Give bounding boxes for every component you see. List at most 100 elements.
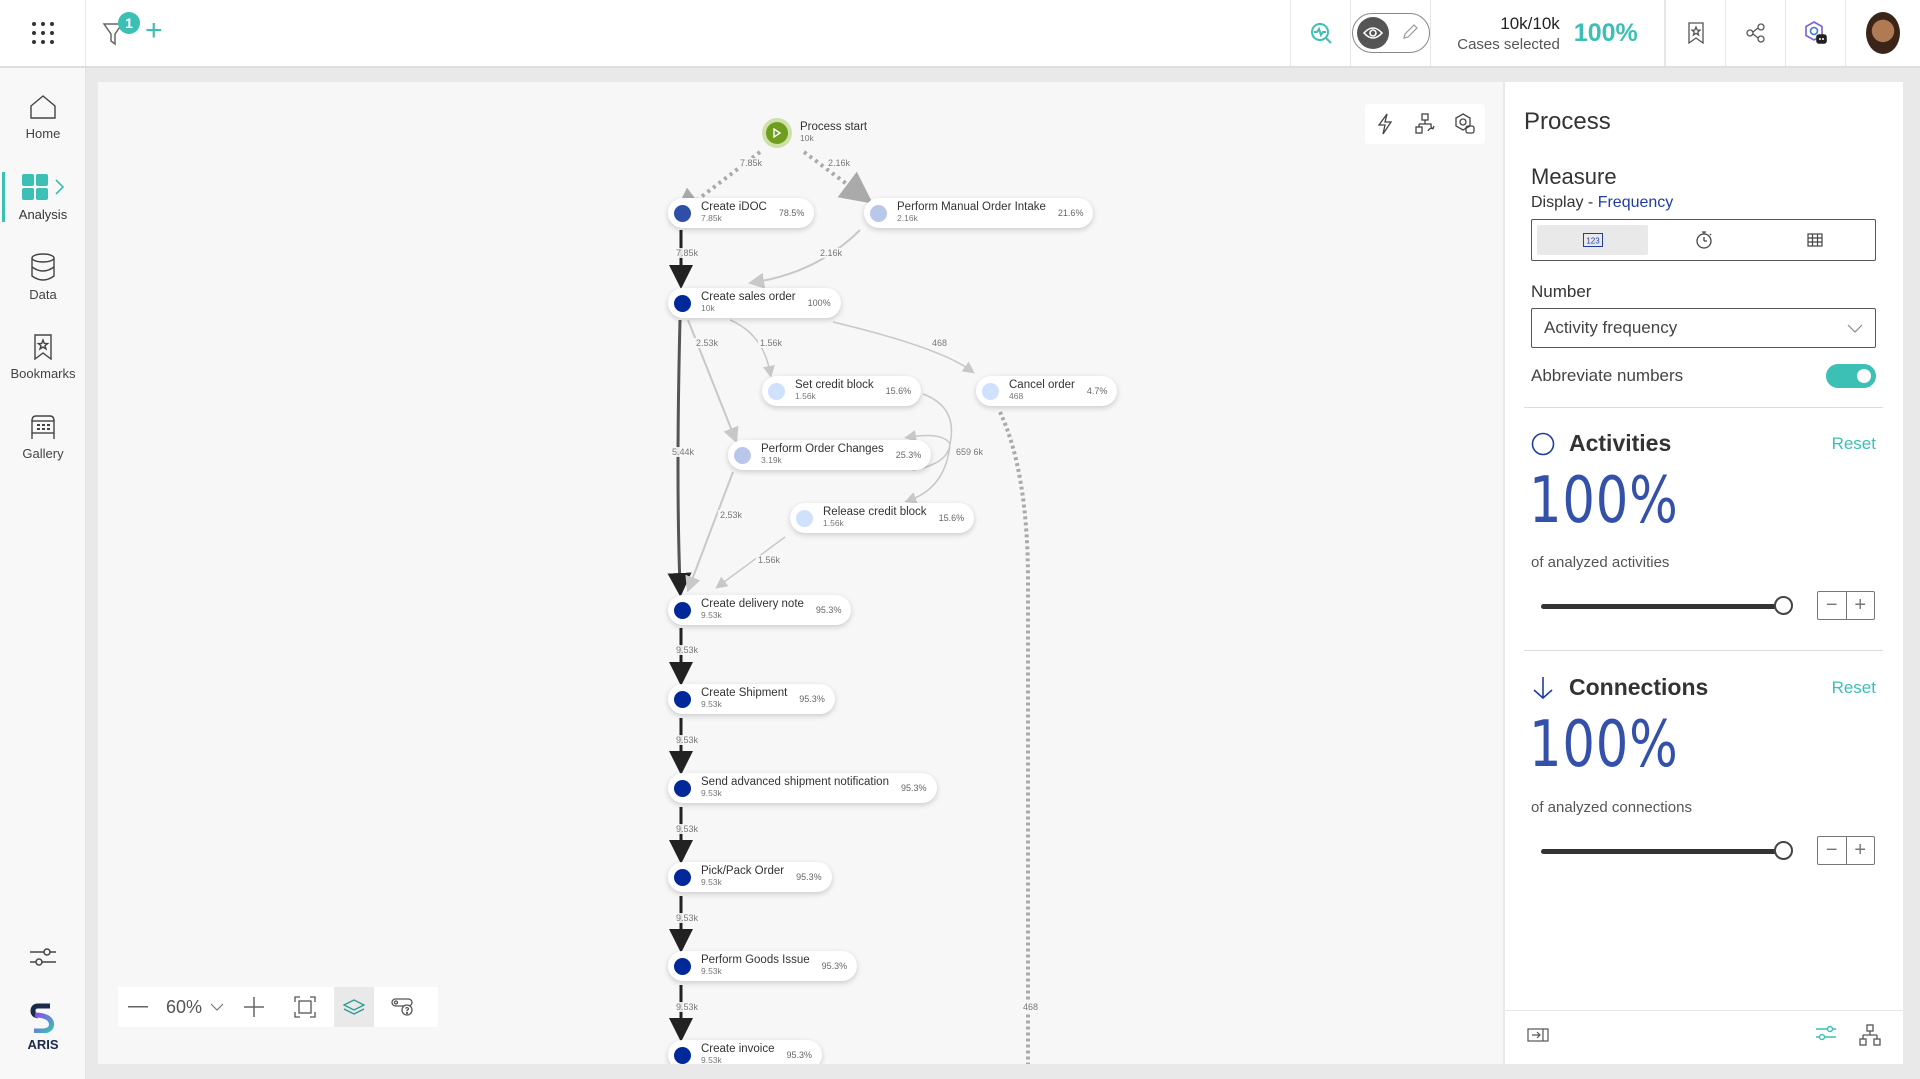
activity-name: Create iDOC bbox=[701, 201, 767, 213]
process-flow-button[interactable] bbox=[1405, 104, 1445, 144]
edge-manual-sales bbox=[748, 229, 861, 289]
quick-actions-button[interactable] bbox=[1365, 104, 1405, 144]
number-select[interactable]: Activity frequency bbox=[1531, 308, 1876, 348]
activity-node[interactable]: Cancel order 468 4.7% bbox=[976, 376, 1118, 406]
sidebar-item-home[interactable]: Home bbox=[0, 82, 86, 152]
abbreviate-numbers-toggle[interactable] bbox=[1826, 364, 1876, 388]
hierarchy-icon bbox=[1859, 1024, 1881, 1046]
activity-count: 10k bbox=[701, 303, 715, 313]
activities-reset-button[interactable]: Reset bbox=[1832, 434, 1876, 454]
minus-icon bbox=[128, 1006, 148, 1008]
connection-arrow-icon bbox=[1533, 676, 1553, 699]
top-bar: 1 + 10k/10k Cases selected 100% bbox=[0, 0, 1920, 68]
activity-node[interactable]: Pick/Pack Order 9.53k 95.3% bbox=[668, 862, 832, 892]
activity-count: 9.53k bbox=[701, 699, 722, 709]
user-avatar-button[interactable] bbox=[1845, 0, 1920, 66]
connections-slider[interactable] bbox=[1541, 841, 1793, 861]
activity-dot bbox=[674, 957, 691, 975]
zoom-out-button[interactable] bbox=[118, 987, 158, 1027]
collapse-panel-button[interactable] bbox=[1527, 1028, 1549, 1047]
filter-settings-tab[interactable] bbox=[1815, 1024, 1837, 1051]
analysis-search-button[interactable] bbox=[1290, 0, 1350, 66]
activities-header: Activities Reset bbox=[1531, 430, 1876, 457]
activity-node[interactable]: Perform Goods Issue 9.53k 95.3% bbox=[668, 951, 858, 981]
view-edit-toggle[interactable] bbox=[1351, 13, 1430, 53]
apps-grid-button[interactable] bbox=[0, 0, 86, 66]
zoom-level-select[interactable]: 60% bbox=[158, 987, 232, 1027]
activity-node[interactable]: Create sales order 10k 100% bbox=[668, 288, 841, 318]
activity-count: 468 bbox=[1009, 391, 1024, 401]
activity-node[interactable]: Create delivery note 9.53k 95.3% bbox=[668, 595, 852, 625]
slider-thumb[interactable] bbox=[1774, 596, 1793, 615]
activity-node[interactable]: Set credit block 1.56k 15.6% bbox=[762, 376, 922, 406]
fit-to-screen-button[interactable] bbox=[276, 987, 334, 1027]
legend-help-button[interactable] bbox=[374, 987, 432, 1027]
slider-track bbox=[1541, 604, 1778, 609]
sidebar-item-gallery[interactable]: Gallery bbox=[0, 402, 86, 472]
view-mode-eye-icon bbox=[1362, 27, 1383, 39]
activity-node[interactable]: Create invoice 9.53k 95.3% bbox=[668, 1040, 823, 1064]
edge-label: 7.85k bbox=[738, 158, 765, 168]
legend-help-icon bbox=[391, 998, 413, 1016]
activity-node[interactable]: Create Shipment 9.53k 95.3% bbox=[668, 684, 835, 714]
number-select-value: Activity frequency bbox=[1544, 318, 1678, 337]
ai-assistant-button[interactable] bbox=[1785, 0, 1845, 66]
process-start-node[interactable]: Process start 10k bbox=[762, 118, 867, 148]
activity-percent: 15.6% bbox=[885, 386, 912, 396]
edge-label: 468 bbox=[1021, 1002, 1041, 1012]
activity-node[interactable]: Send advanced shipment notification 9.53k… bbox=[668, 773, 937, 803]
share-icon bbox=[1745, 23, 1765, 43]
bookmark-icon bbox=[34, 333, 52, 360]
mode-toggle-cell bbox=[1350, 0, 1430, 66]
increment-button[interactable]: + bbox=[1845, 837, 1875, 864]
decrement-button[interactable]: − bbox=[1818, 837, 1846, 864]
activity-name: Create invoice bbox=[701, 1043, 775, 1055]
display-duration-option[interactable] bbox=[1648, 225, 1759, 255]
connections-header: Connections Reset bbox=[1531, 674, 1876, 701]
activity-node[interactable]: Create iDOC 7.85k 78.5% bbox=[668, 198, 815, 228]
user-avatar bbox=[1866, 12, 1900, 54]
view-mode-button[interactable] bbox=[1356, 17, 1389, 49]
display-mode-selector: 123 bbox=[1531, 219, 1876, 261]
sidebar-item-data[interactable]: Data bbox=[0, 242, 86, 312]
increment-button[interactable]: + bbox=[1845, 592, 1875, 619]
activity-node[interactable]: Perform Manual Order Intake 2.16k 21.6% bbox=[864, 198, 1094, 228]
decrement-button[interactable]: − bbox=[1818, 592, 1846, 619]
activity-node[interactable]: Release credit block 1.56k 15.6% bbox=[790, 503, 975, 533]
zoom-in-button[interactable] bbox=[232, 987, 276, 1027]
edge-label: 2.53k bbox=[718, 510, 745, 520]
ai-settings-icon bbox=[1455, 113, 1475, 134]
activity-percent: 95.3% bbox=[821, 961, 848, 971]
ai-settings-button[interactable] bbox=[1445, 104, 1485, 144]
add-filter-icon[interactable]: + bbox=[145, 16, 163, 46]
abbreviate-numbers-label: Abbreviate numbers bbox=[1531, 366, 1684, 385]
sidebar-item-bookmarks[interactable]: Bookmarks bbox=[0, 322, 86, 392]
sliders-icon bbox=[30, 948, 56, 966]
settings-button[interactable] bbox=[29, 946, 57, 973]
activity-count: 3.19k bbox=[761, 455, 782, 465]
activities-slider[interactable] bbox=[1541, 596, 1793, 616]
display-table-option[interactable] bbox=[1759, 225, 1870, 255]
chevron-right-icon bbox=[55, 178, 65, 195]
share-button[interactable] bbox=[1725, 0, 1785, 66]
activity-dot bbox=[734, 446, 751, 464]
activity-dot bbox=[870, 204, 887, 222]
aris-logo: ARIS bbox=[0, 1003, 86, 1052]
edge-label: 9.53k bbox=[674, 645, 701, 655]
bookmark-button[interactable] bbox=[1665, 0, 1725, 66]
slider-thumb[interactable] bbox=[1774, 841, 1793, 860]
panel-title: Process bbox=[1524, 108, 1611, 135]
activity-node[interactable]: Perform Order Changes 3.19k 25.3% bbox=[728, 440, 932, 470]
process-canvas[interactable]: 7.85k 2.16k 7.85k 2.16k 2.53k 1.56k 468 … bbox=[98, 82, 1503, 1064]
connections-reset-button[interactable]: Reset bbox=[1832, 678, 1876, 698]
edit-mode-button[interactable] bbox=[1401, 23, 1419, 46]
number-icon: 123 bbox=[1582, 233, 1603, 247]
slider-track bbox=[1541, 849, 1778, 854]
display-frequency-option[interactable]: 123 bbox=[1537, 225, 1648, 255]
layers-button[interactable] bbox=[334, 987, 374, 1027]
process-structure-tab[interactable] bbox=[1859, 1024, 1881, 1051]
sidebar-item-analysis[interactable]: Analysis bbox=[0, 162, 86, 232]
activity-percent: 95.3% bbox=[799, 694, 825, 704]
cases-label: Cases selected bbox=[1457, 35, 1560, 53]
measure-heading: Measure bbox=[1531, 164, 1617, 189]
